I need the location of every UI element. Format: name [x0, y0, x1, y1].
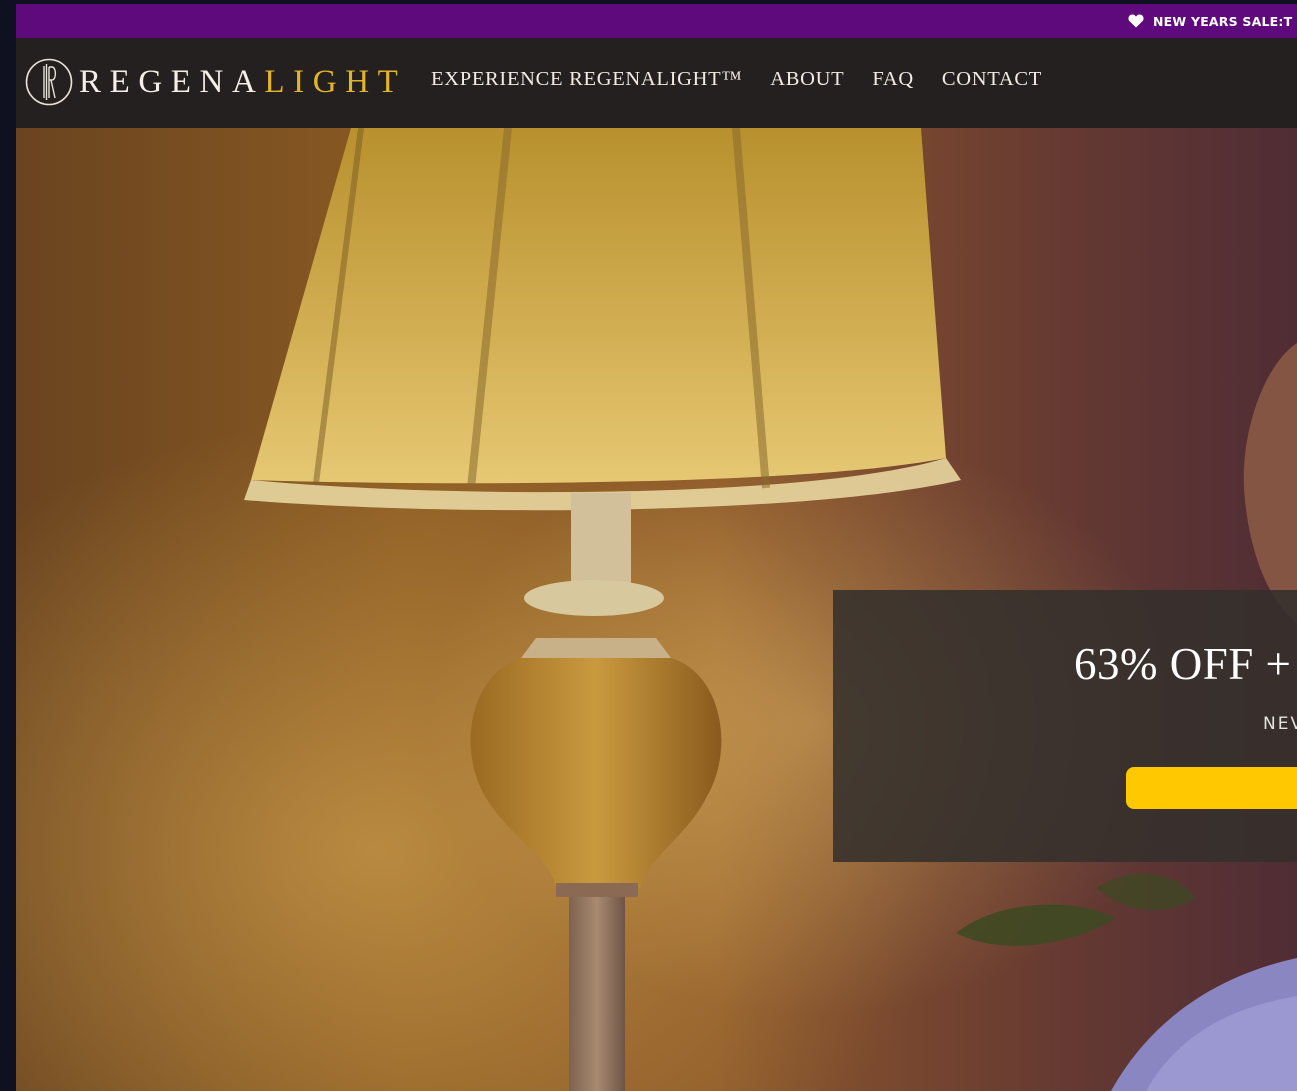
hero-section: 63% OFF + NEV [16, 128, 1297, 1091]
logo-wordmark: REGENALIGHT [79, 64, 406, 101]
announcement-content[interactable]: NEW YEARS SALE:T [1128, 4, 1292, 38]
nav-faq[interactable]: FAQ [872, 68, 914, 91]
logo[interactable]: REGENALIGHT [25, 58, 406, 106]
left-gutter [0, 0, 16, 1091]
promo-cta-button[interactable] [1126, 767, 1297, 809]
logo-mark-icon [25, 58, 73, 106]
promo-title: 63% OFF + [1074, 639, 1292, 689]
nav-about[interactable]: ABOUT [770, 68, 844, 91]
promo-subtitle: NEV [1263, 714, 1297, 734]
heart-icon [1128, 14, 1144, 28]
nav-experience[interactable]: EXPERIENCE REGENALIGHT™ [431, 68, 742, 91]
nav-contact[interactable]: CONTACT [942, 68, 1042, 91]
page: NEW YEARS SALE:T REGENALIGHT EXPERIENCE … [16, 0, 1297, 1091]
main-nav: EXPERIENCE REGENALIGHT™ ABOUT FAQ CONTAC… [431, 68, 1070, 91]
promo-box: 63% OFF + NEV [833, 590, 1297, 862]
site-header: REGENALIGHT EXPERIENCE REGENALIGHT™ ABOU… [16, 38, 1297, 128]
announcement-bar: NEW YEARS SALE:T [16, 4, 1297, 38]
logo-text-gold: LIGHT [264, 63, 407, 100]
logo-text-white: REGENA [79, 63, 265, 100]
announcement-text: NEW YEARS SALE:T [1153, 13, 1293, 29]
